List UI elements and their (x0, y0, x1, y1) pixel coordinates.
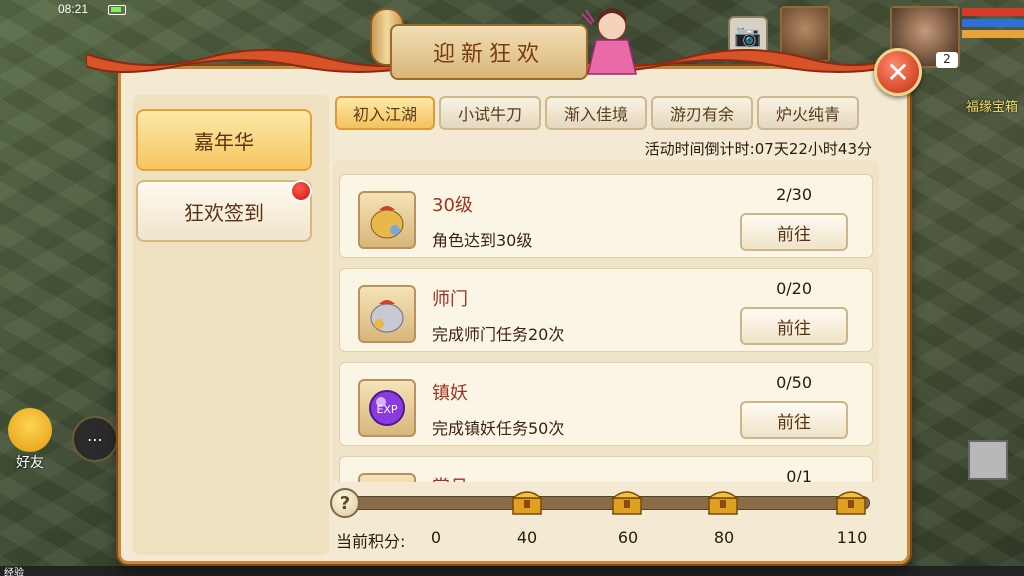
tab-xiaoShi[interactable]: 小试牛刀 (439, 96, 541, 130)
go-button[interactable]: 前往 (740, 307, 848, 345)
menu-carnival-button[interactable]: 嘉年华 (136, 109, 312, 171)
help-icon[interactable]: ? (330, 488, 360, 518)
go-button[interactable]: 前往 (740, 213, 848, 251)
score-current: 0 (430, 528, 442, 547)
panel-title: 迎新狂欢 (432, 42, 545, 67)
fuyuan-chest-label[interactable]: 福缘宝箱 (966, 96, 1018, 115)
score-milestone: 110 (836, 528, 868, 547)
task-row: EXP 镇妖 完成镇妖任务50次 0/50 前往 (339, 362, 873, 446)
mascot-girl-icon (572, 4, 650, 78)
task-progress: 0/20 (776, 279, 812, 298)
stage-tabs: 初入江湖 小试牛刀 渐入佳境 游刃有余 炉火纯青 (335, 96, 859, 130)
panel-title-banner: 迎新狂欢 (390, 24, 588, 80)
player-level-badge: 2 (936, 52, 958, 68)
exp-bar: 经验 (0, 566, 1024, 576)
gift-bag-icon (358, 285, 416, 343)
tab-luHuo[interactable]: 炉火纯青 (757, 96, 859, 130)
go-button[interactable]: 前往 (740, 401, 848, 439)
task-name: 镇妖 (432, 383, 468, 404)
exp-orb-icon: EXP (358, 379, 416, 437)
event-countdown: 活动时间倒计时:07天22小时43分 (644, 140, 872, 158)
svg-text:EXP: EXP (376, 403, 397, 416)
task-row: 30级 角色达到30级 2/30 前往 (339, 174, 873, 258)
treasure-chest-icon[interactable] (706, 486, 740, 516)
task-desc: 完成师门任务20次 (432, 325, 565, 344)
score-milestone: 80 (713, 528, 735, 547)
world-chest-object (968, 440, 1008, 480)
treasure-chest-icon[interactable] (834, 486, 868, 516)
task-progress: 0/1 (786, 467, 812, 482)
menu-signin-button[interactable]: 狂欢签到 (136, 180, 312, 242)
chat-icon[interactable]: ⋯ (72, 416, 118, 462)
friends-label: 好友 (16, 455, 44, 471)
treasure-chest-icon[interactable] (510, 486, 544, 516)
task-row: 赏月 0/1 前往 (339, 456, 873, 482)
friends-icon (8, 408, 52, 452)
tab-chuRu[interactable]: 初入江湖 (335, 96, 435, 130)
score-milestone: 40 (516, 528, 538, 547)
task-progress: 0/50 (776, 373, 812, 392)
task-desc: 角色达到30级 (432, 231, 533, 250)
task-progress: 2/30 (776, 185, 812, 204)
task-desc: 完成镇妖任务50次 (432, 419, 565, 438)
battery-icon (108, 5, 126, 15)
score-milestone: 60 (617, 528, 639, 547)
task-name: 赏月 (432, 473, 468, 482)
exp-label: 经验 (4, 568, 24, 576)
task-name: 30级 (432, 195, 473, 216)
task-row: 师门 完成师门任务20次 0/20 前往 (339, 268, 873, 352)
gift-bag-icon (358, 473, 416, 482)
notification-dot (290, 180, 312, 202)
hp-mp-bars (962, 8, 1024, 41)
tab-youRen[interactable]: 游刃有余 (651, 96, 753, 130)
task-list[interactable]: 30级 角色达到30级 2/30 前往 师门 完成师门任务20次 0/20 前往… (333, 160, 879, 482)
treasure-chest-icon[interactable] (610, 486, 644, 516)
gift-bag-icon (358, 191, 416, 249)
score-progress-track (346, 496, 870, 510)
score-label: 当前积分: (336, 532, 406, 551)
task-name: 师门 (432, 289, 468, 310)
status-time: 08:21 (58, 2, 89, 16)
tab-jianRu[interactable]: 渐入佳境 (545, 96, 647, 130)
friends-button[interactable]: 好友 (6, 408, 54, 472)
close-button[interactable]: ✕ (874, 48, 922, 96)
